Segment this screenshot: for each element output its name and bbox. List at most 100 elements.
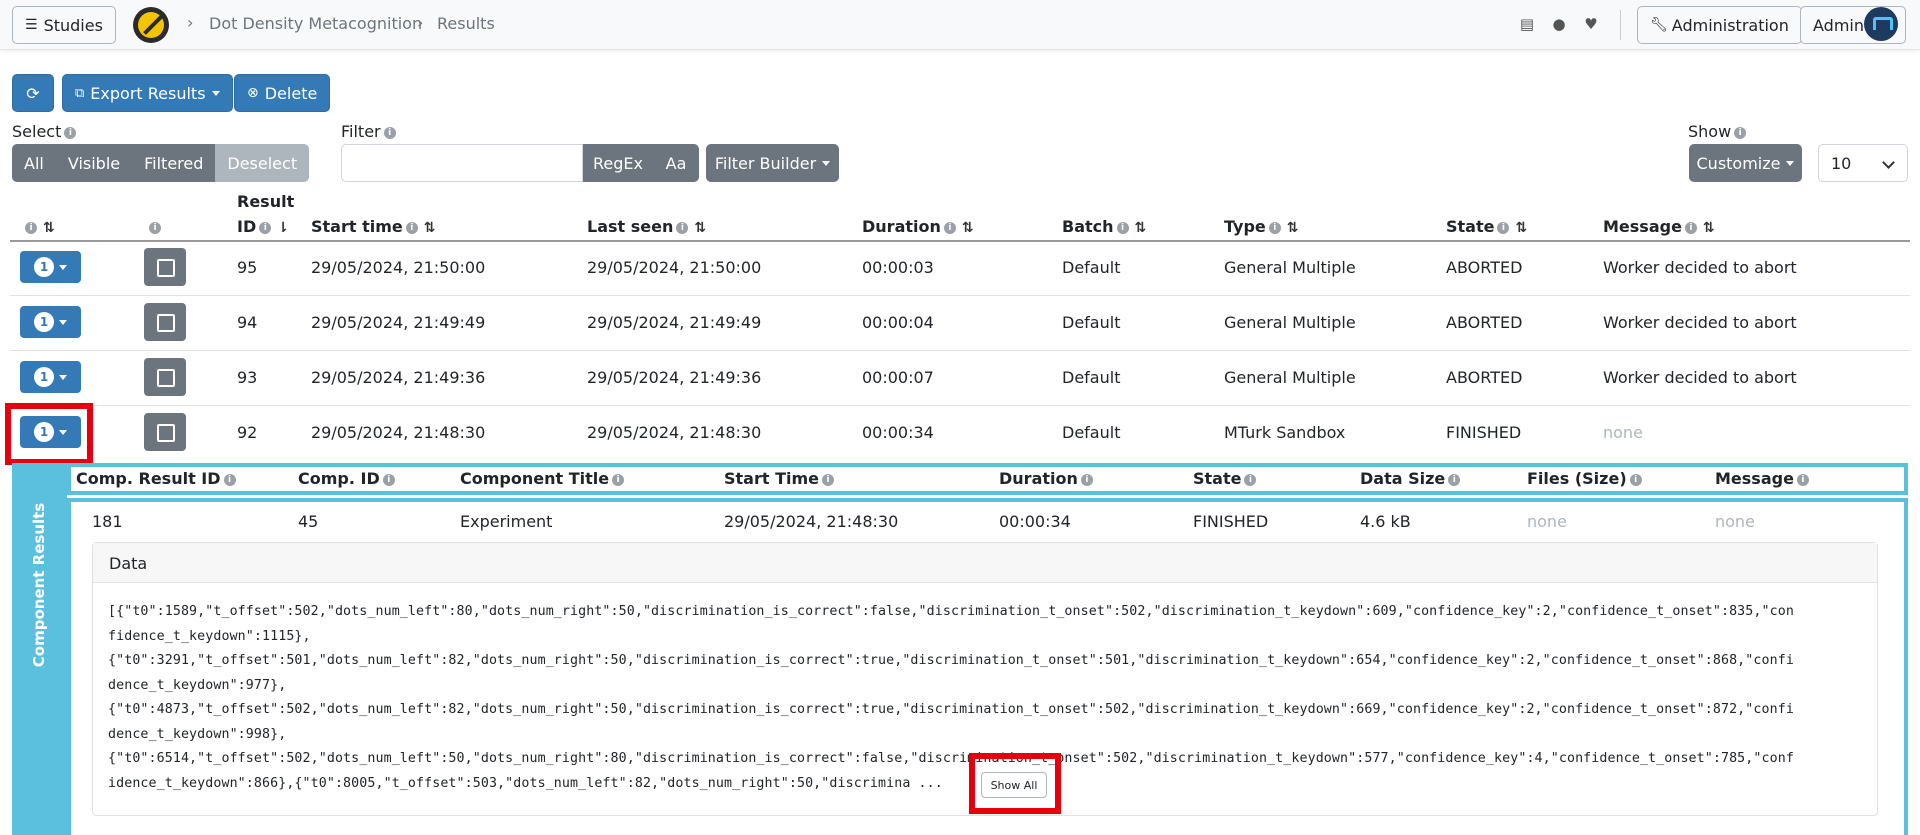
select-all-button[interactable]: All — [12, 144, 56, 182]
info-icon[interactable]: i — [822, 473, 834, 486]
avatar[interactable] — [1864, 7, 1898, 41]
sort-icon[interactable]: ⇅ — [424, 220, 436, 236]
info-icon[interactable]: i — [259, 221, 272, 234]
breadcrumb-study[interactable]: Dot Density Metacognition — [209, 14, 422, 33]
row-select-checkbox[interactable] — [144, 413, 186, 451]
comp-id: 45 — [298, 512, 319, 531]
info-icon[interactable]: i — [1497, 221, 1510, 234]
refresh-button[interactable]: ⟳ — [12, 74, 54, 112]
administration-label: Administration — [1671, 15, 1789, 35]
sort-icon[interactable]: ⇅ — [1515, 220, 1527, 236]
comp-col-message-text: Message — [1715, 469, 1794, 488]
row-details-button[interactable]: 1 — [20, 361, 81, 393]
info-icon[interactable]: i — [1796, 473, 1809, 486]
comp-message: none — [1715, 512, 1755, 531]
result-id: 95 — [237, 258, 258, 277]
sort-icon[interactable]: ⇅ — [1287, 220, 1299, 236]
select-visible-button[interactable]: Visible — [55, 144, 133, 182]
message: Worker decided to abort — [1603, 368, 1797, 387]
deselect-button[interactable]: Deselect — [215, 144, 310, 182]
info-icon[interactable]: i — [1684, 221, 1697, 234]
select-label-text: Select — [12, 122, 62, 141]
comp-state: FINISHED — [1193, 512, 1269, 531]
batch: Default — [1062, 368, 1121, 387]
row-divider — [10, 295, 1910, 296]
jatos-logo-icon[interactable] — [133, 7, 169, 43]
info-icon[interactable]: i — [405, 221, 418, 234]
info-icon[interactable]: i — [1448, 473, 1461, 486]
delete-button[interactable]: ⊗ Delete — [234, 74, 331, 112]
table-header-divider — [10, 240, 1910, 242]
info-icon[interactable]: i — [383, 126, 396, 139]
info-icon[interactable]: i — [1734, 126, 1747, 139]
sort-icon[interactable]: ⇅ — [43, 220, 55, 236]
col-header-start-time[interactable]: Start time i ⇅ — [311, 217, 435, 236]
comp-col-result-id: Comp. Result ID i — [76, 469, 236, 488]
administration-button[interactable]: 🔧︎ Administration — [1637, 6, 1802, 44]
customize-button[interactable]: Customize — [1689, 144, 1802, 182]
studies-button[interactable]: ☰ Studies — [12, 6, 116, 44]
filter-builder-button[interactable]: Filter Builder — [706, 144, 839, 182]
row-details-button[interactable]: 1 — [20, 306, 81, 338]
data-line: {"t0":3291,"t_offset":501,"dots_num_left… — [108, 653, 1794, 668]
info-icon[interactable]: i — [1116, 221, 1129, 234]
info-icon[interactable]: i — [382, 473, 395, 486]
case-sensitive-toggle[interactable]: Aa — [653, 144, 699, 182]
info-icon[interactable]: i — [676, 221, 689, 234]
info-icon[interactable]: i — [25, 221, 37, 234]
info-icon[interactable]: i — [1629, 473, 1642, 486]
filter-label-text: Filter — [341, 122, 381, 141]
export-results-button[interactable]: ⧉ Export Results — [62, 74, 233, 112]
comp-col-duration-text: Duration — [999, 469, 1078, 488]
component-results-label: Component Results — [30, 502, 48, 668]
col-header-state[interactable]: State i ⇅ — [1446, 217, 1527, 236]
sort-icon[interactable]: ⇅ — [1703, 220, 1715, 236]
comp-result-id: 181 — [92, 512, 123, 531]
result-id: 93 — [237, 368, 258, 387]
col-header-state-text: State — [1446, 217, 1495, 236]
heart-icon[interactable]: ♥ — [1582, 15, 1600, 33]
col-header-batch[interactable]: Batch i ⇅ — [1062, 217, 1146, 236]
row-select-checkbox[interactable] — [144, 248, 186, 286]
info-icon[interactable]: i — [612, 473, 625, 486]
col-header-batch-text: Batch — [1062, 217, 1114, 236]
sort-icon[interactable]: ⇅ — [694, 220, 706, 236]
info-icon[interactable]: i — [64, 126, 77, 139]
col-header-result-id[interactable]: ID i ⇂ — [237, 217, 289, 236]
col-header-select: i — [146, 217, 161, 236]
caret-down-icon — [1786, 160, 1795, 166]
info-icon[interactable]: i — [1268, 221, 1281, 234]
info-icon[interactable]: i — [223, 473, 236, 486]
col-header-details[interactable]: i ⇅ — [22, 217, 55, 236]
col-header-last-seen[interactable]: Last seen i ⇅ — [587, 217, 706, 236]
filter-input[interactable] — [341, 144, 583, 182]
state: ABORTED — [1446, 258, 1523, 277]
col-header-duration-text: Duration — [862, 217, 941, 236]
regex-toggle[interactable]: RegEx — [583, 144, 653, 182]
row-select-checkbox[interactable] — [144, 358, 186, 396]
sort-icon[interactable]: ⇅ — [1135, 220, 1147, 236]
row-details-button[interactable]: 1 — [20, 251, 81, 283]
comp-col-start-time-text: Start Time — [724, 469, 819, 488]
data-line: [{"t0":1589,"t_offset":502,"dots_num_lef… — [108, 604, 1794, 619]
col-header-message[interactable]: Message i ⇅ — [1603, 217, 1715, 236]
github-icon[interactable]: ● — [1550, 15, 1568, 33]
data-line: idence_t_keydown":866},{"t0":8005,"t_off… — [108, 776, 943, 791]
info-icon[interactable]: i — [149, 221, 161, 234]
row-select-checkbox[interactable] — [144, 303, 186, 341]
comp-col-comp-id: Comp. ID i — [298, 469, 395, 488]
select-filtered-button[interactable]: Filtered — [132, 144, 216, 182]
docs-icon[interactable]: ▤ — [1518, 15, 1536, 33]
sort-desc-icon[interactable]: ⇂ — [277, 220, 289, 236]
col-header-type[interactable]: Type i ⇅ — [1224, 217, 1298, 236]
data-line: {"t0":4873,"t_offset":502,"dots_num_left… — [108, 702, 1794, 717]
col-header-start-time-text: Start time — [311, 217, 403, 236]
page-size-select[interactable]: 10 — [1818, 144, 1908, 182]
comp-title: Experiment — [460, 512, 553, 531]
info-icon[interactable]: i — [1244, 473, 1257, 486]
info-icon[interactable]: i — [943, 221, 956, 234]
info-icon[interactable]: i — [1080, 473, 1093, 486]
col-header-duration[interactable]: Duration i ⇅ — [862, 217, 974, 236]
sort-icon[interactable]: ⇅ — [962, 220, 974, 236]
type: General Multiple — [1224, 313, 1356, 332]
